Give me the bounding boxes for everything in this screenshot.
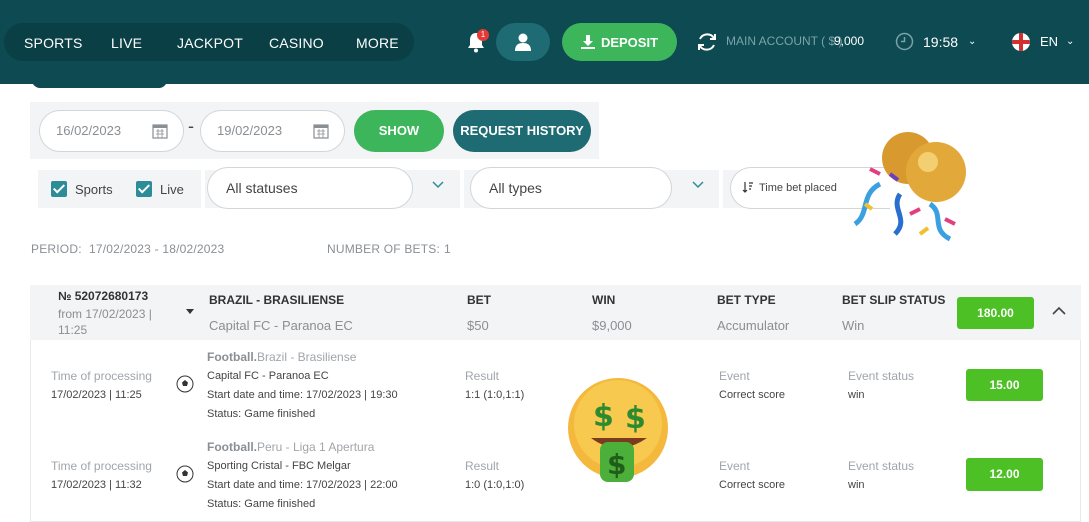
event-type-value: Correct score (719, 479, 786, 491)
bet-type-value: Accumulator (717, 318, 790, 333)
svg-text:$: $ (625, 401, 646, 436)
event-status-value: win (848, 389, 865, 401)
bet-amount-title: BET (467, 293, 491, 307)
soccer-ball-icon (176, 465, 194, 483)
caret-down-icon[interactable] (186, 309, 194, 314)
status-select[interactable]: All statuses (207, 167, 413, 209)
event-type-label: Event (719, 369, 750, 383)
notification-badge: 1 (477, 29, 489, 41)
processing-time-label: Time of processing (51, 369, 152, 383)
processing-time-value: 17/02/2023 | 11:25 (51, 389, 142, 401)
nav-casino[interactable]: CASINO (269, 35, 324, 51)
event-sport: Football. (207, 350, 257, 364)
event-status: Status: Game finished (207, 498, 316, 510)
calendar-icon[interactable] (313, 123, 329, 139)
event-start: Start date and time: 17/02/2023 | 22:00 (207, 479, 398, 491)
nav-more[interactable]: MORE (356, 35, 399, 51)
nav-sports[interactable]: SPORTS (24, 35, 83, 51)
result-label: Result (465, 459, 500, 473)
show-button[interactable]: SHOW (354, 110, 444, 152)
slip-status-value: Win (842, 318, 865, 333)
event-league: Brazil - Brasiliense (257, 350, 357, 364)
event-type-value: Correct score (719, 389, 786, 401)
main-account-label: MAIN ACCOUNT ( $ ) (726, 34, 843, 48)
event-type-label: Event (719, 459, 750, 473)
win-title: WIN (592, 293, 616, 307)
event-details: Sporting Cristal - FBC Melgar Start date… (207, 457, 398, 514)
calendar-icon[interactable] (152, 123, 168, 139)
user-button[interactable] (496, 23, 550, 61)
money-mouth-emoji: $ $ $ (568, 378, 668, 482)
tab-stub (32, 72, 167, 88)
soccer-ball-icon (176, 375, 194, 393)
deposit-button[interactable]: DEPOSIT (562, 23, 677, 61)
event-sport: Football. (207, 440, 257, 454)
current-time: 19:58 (923, 34, 959, 50)
bet-card-body (30, 340, 1081, 522)
main-account-balance: 9,000 (834, 34, 865, 48)
sports-checkbox-label: Sports (75, 182, 113, 197)
top-header: SPORTS LIVE JACKPOT CASINO MORE 1 DEPOSI… (0, 0, 1089, 84)
event-odds-badge: 15.00 (966, 369, 1043, 401)
bets-count-label: NUMBER OF BETS: (327, 242, 441, 256)
bets-count-value: 1 (444, 242, 451, 256)
event-league: Peru - Liga 1 Apertura (257, 440, 375, 454)
event-status-label: Event status (848, 369, 915, 383)
chevron-up-icon[interactable] (1052, 306, 1066, 316)
event-details: Capital FC - Paranoa EC Start date and t… (207, 367, 398, 424)
bet-type-title: BET TYPE (717, 293, 776, 307)
bet-amount-value: $50 (467, 318, 489, 333)
bet-match: Capital FC - Paranoa EC (209, 318, 353, 333)
result-value: 1:0 (1:0,1:0) (465, 479, 525, 491)
uk-flag-icon[interactable] (1012, 33, 1030, 51)
chevron-down-icon[interactable] (692, 178, 704, 190)
chevron-down-icon[interactable] (432, 178, 444, 190)
event-sport-league: Football.Peru - Liga 1 Apertura (207, 440, 374, 454)
party-balloons-decoration (853, 132, 966, 242)
result-label: Result (465, 369, 500, 383)
download-icon (580, 35, 595, 49)
deposit-label: DEPOSIT (600, 34, 659, 50)
svg-text:$: $ (593, 399, 614, 434)
svg-text:$: $ (607, 448, 626, 481)
result-value: 1:1 (1:0,1:1) (465, 389, 525, 401)
refresh-icon[interactable] (696, 31, 718, 53)
request-history-button[interactable]: REQUEST HISTORY (453, 110, 591, 152)
total-odds-badge: 180.00 (957, 297, 1034, 329)
event-odds-badge: 12.00 (966, 458, 1043, 491)
processing-time-label: Time of processing (51, 459, 152, 473)
event-match: Sporting Cristal - FBC Melgar (207, 460, 351, 472)
language-chevron-down-icon[interactable]: ⌄ (1066, 36, 1074, 47)
clock-icon (895, 32, 914, 51)
event-match: Capital FC - Paranoa EC (207, 370, 329, 382)
event-start: Start date and time: 17/02/2023 | 19:30 (207, 389, 398, 401)
nav-live[interactable]: LIVE (111, 35, 142, 51)
main-nav: SPORTS LIVE JACKPOT CASINO MORE (4, 23, 414, 61)
language-label[interactable]: EN (1040, 34, 1058, 49)
event-sport-league: Football.Brazil - Brasiliense (207, 350, 356, 364)
time-chevron-down-icon[interactable]: ⌄ (968, 36, 976, 47)
bet-placed-date: from 17/02/2023 | 11:25 (58, 307, 152, 337)
sports-checkbox[interactable] (51, 181, 67, 197)
slip-status-title: BET SLIP STATUS (842, 293, 946, 307)
period-value: 17/02/2023 - 18/02/2023 (89, 242, 225, 256)
nav-jackpot[interactable]: JACKPOT (177, 35, 243, 51)
win-value: $9,000 (592, 318, 632, 333)
event-status: Status: Game finished (207, 408, 316, 420)
bet-id: № 52072680173 (58, 289, 149, 303)
sort-icon (742, 182, 753, 193)
user-icon (515, 33, 531, 51)
live-checkbox-label: Live (160, 182, 184, 197)
date-separator: - (188, 116, 194, 136)
live-checkbox[interactable] (136, 181, 152, 197)
processing-time-value: 17/02/2023 | 11:32 (51, 479, 142, 491)
type-select[interactable]: All types (470, 167, 672, 209)
event-status-value: win (848, 479, 865, 491)
bet-league: BRAZIL - BRASILIENSE (209, 293, 345, 307)
period-label: PERIOD: (31, 242, 82, 256)
event-status-label: Event status (848, 459, 915, 473)
